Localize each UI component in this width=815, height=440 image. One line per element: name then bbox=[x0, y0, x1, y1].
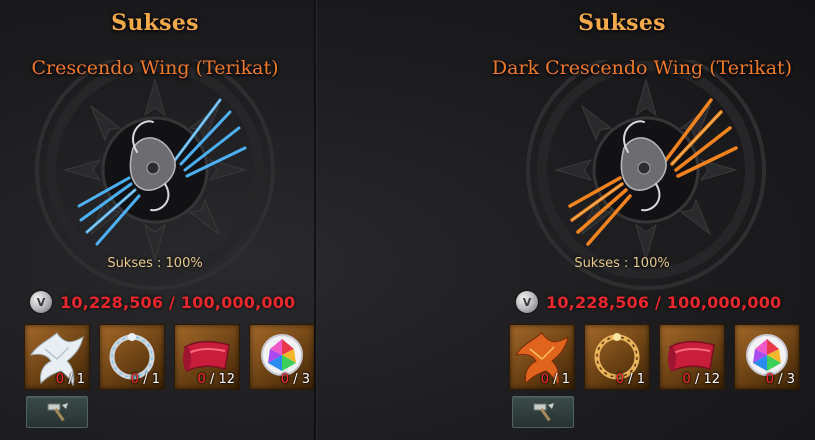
material-slot-fire-phoenix[interactable]: 0 / 1 bbox=[509, 324, 575, 390]
material-slot-gold-ring[interactable]: 0 / 1 bbox=[584, 324, 650, 390]
item-name: Crescendo Wing (Terikat) bbox=[31, 57, 279, 79]
result-title: Sukses bbox=[111, 10, 199, 36]
result-title: Sukses bbox=[578, 10, 666, 36]
material-slot-red-scroll[interactable]: 0 / 12 bbox=[174, 324, 240, 390]
material-slot-white-phoenix[interactable]: 0 / 1 bbox=[24, 324, 90, 390]
material-count: 0 / 3 bbox=[765, 372, 795, 387]
silver-coin-icon: V bbox=[30, 291, 52, 313]
craft-button[interactable] bbox=[26, 396, 88, 428]
craft-button[interactable] bbox=[512, 396, 574, 428]
material-count: 0 / 3 bbox=[280, 372, 310, 387]
currency-value: 10,228,506 / 100,000,000 bbox=[546, 292, 782, 312]
currency-requirement: V 10,228,506 / 100,000,000 bbox=[516, 290, 781, 314]
material-slots: 0 / 1 0 / 1 0 / 12 0 / 3 bbox=[509, 324, 800, 390]
item-name: Dark Crescendo Wing (Terikat) bbox=[491, 57, 793, 79]
hammer-icon bbox=[533, 403, 554, 422]
material-slot-prism-gem[interactable]: 0 / 3 bbox=[734, 324, 800, 390]
result-panel-dark-crescendo-wing: Sukses Dark Crescendo Wing (Terikat) Suk… bbox=[492, 0, 815, 440]
material-count: 0 / 1 bbox=[55, 372, 85, 387]
panel-divider bbox=[314, 0, 316, 440]
result-panel-crescendo-wing: Sukses Crescendo Wing (Terikat) Sukses :… bbox=[0, 0, 315, 440]
wing-emblem-frame bbox=[525, 60, 766, 290]
material-slot-prism-gem[interactable]: 0 / 3 bbox=[249, 324, 315, 390]
success-rate-label: Sukses : 100% bbox=[107, 256, 203, 271]
material-count: 0 / 1 bbox=[130, 372, 160, 387]
currency-value: 10,228,506 / 100,000,000 bbox=[60, 292, 296, 312]
material-slots: 0 / 1 0 / 1 0 / 12 0 / 3 bbox=[24, 324, 315, 390]
success-rate-label: Sukses : 100% bbox=[574, 256, 670, 271]
material-count: 0 / 12 bbox=[197, 372, 235, 387]
material-slot-silver-ring[interactable]: 0 / 1 bbox=[99, 324, 165, 390]
silver-coin-icon: V bbox=[516, 291, 538, 313]
material-count: 0 / 12 bbox=[682, 372, 720, 387]
material-slot-red-scroll[interactable]: 0 / 12 bbox=[659, 324, 725, 390]
material-count: 0 / 1 bbox=[540, 372, 570, 387]
currency-requirement: V 10,228,506 / 100,000,000 bbox=[30, 290, 295, 314]
hammer-icon bbox=[47, 403, 68, 422]
material-count: 0 / 1 bbox=[615, 372, 645, 387]
crafting-result-screen: Sukses Crescendo Wing (Terikat) Sukses :… bbox=[0, 0, 815, 440]
wing-emblem-frame bbox=[35, 60, 275, 290]
